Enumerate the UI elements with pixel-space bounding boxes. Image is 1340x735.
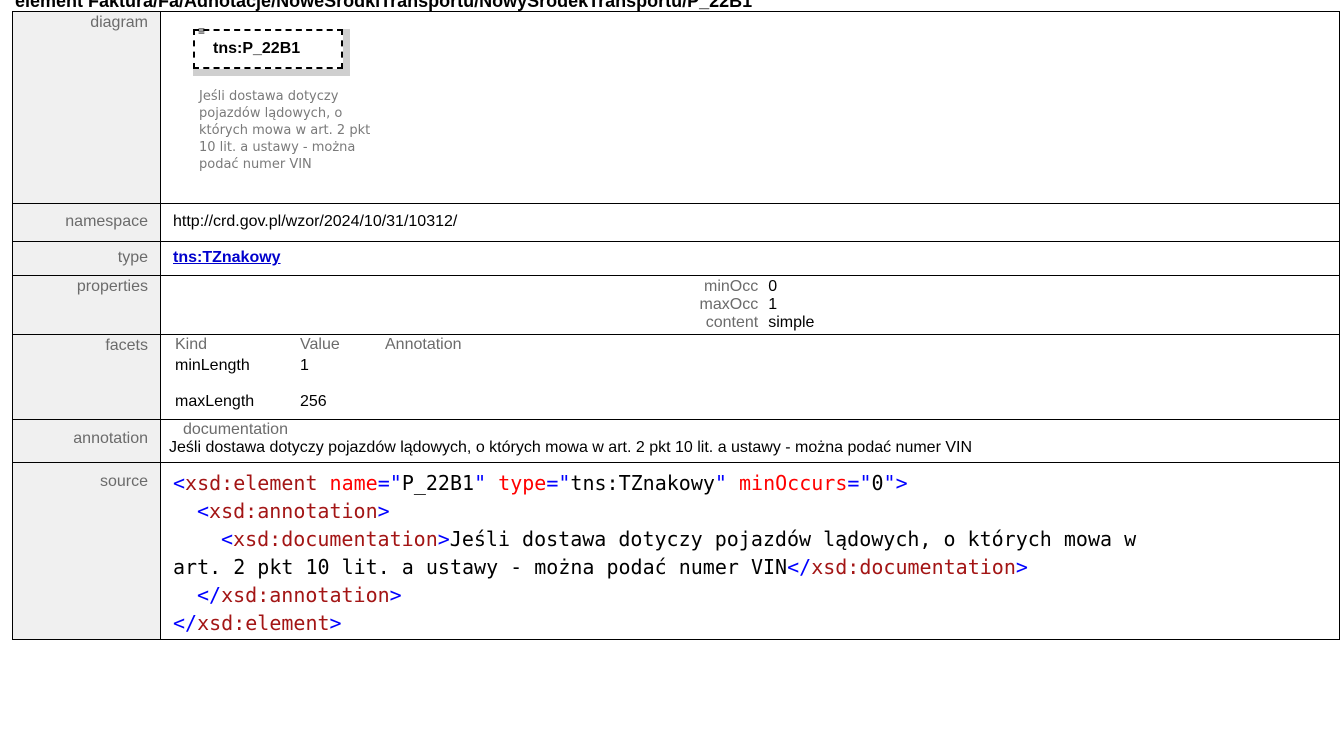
diagram-documentation: Jeśli dostawa dotyczy pojazdów lądowych,… — [199, 89, 371, 172]
row-label: diagram — [12, 11, 161, 204]
row-label: properties — [12, 275, 161, 335]
row-label: type — [12, 241, 161, 276]
element-diagram: ≡ tns:P_22B1 Jeśli dostawa dotyczy pojaz… — [173, 14, 1339, 201]
row-label: namespace — [12, 203, 161, 242]
annotation-value: Jeśli dostawa dotyczy pojazdów lądowych,… — [169, 439, 973, 456]
facets-header: Kind Value Annotation — [175, 336, 462, 353]
element-node-name: tns:P_22B1 — [213, 40, 301, 57]
property-value: 1 — [768, 296, 778, 313]
element-node[interactable]: ≡ tns:P_22B1 — [193, 25, 343, 69]
element-doc-table: diagram ≡ tns:P_22B1 Jeśli dostawa dotyc… — [12, 11, 1340, 640]
row-namespace: namespace http://crd.gov.pl/wzor/2024/10… — [12, 203, 1340, 242]
annotation-key: documentation — [183, 421, 288, 438]
property-value: 0 — [768, 278, 778, 295]
facets-table: Kind Value Annotation minLength 1 maxLen… — [161, 337, 1339, 415]
row-label: source — [12, 462, 161, 640]
row-annotation: annotation documentation Jeśli dostawa d… — [12, 419, 1340, 463]
facet-row: maxLength 256 — [175, 393, 327, 410]
property-value: simple — [768, 314, 815, 331]
row-label: facets — [12, 334, 161, 420]
namespace-value: http://crd.gov.pl/wzor/2024/10/31/10312/ — [160, 203, 1340, 242]
row-type: type tns:TZnakowy — [12, 241, 1340, 276]
property-key: maxOcc — [699, 296, 759, 313]
row-properties: properties minOcc 0 maxOcc 1 content sim… — [12, 275, 1340, 335]
row-facets: facets Kind Value Annotation minLength 1… — [12, 334, 1340, 420]
properties-grid: minOcc 0 maxOcc 1 content simple — [161, 278, 1339, 332]
documentation-icon: ≡ — [198, 24, 206, 38]
type-link[interactable]: tns:TZnakowy — [173, 249, 281, 266]
facet-row: minLength 1 — [175, 357, 309, 374]
source-code: <xsd:element name="P_22B1" type="tns:TZn… — [173, 471, 1137, 635]
row-source: source <xsd:element name="P_22B1" type="… — [12, 462, 1340, 640]
row-diagram: diagram ≡ tns:P_22B1 Jeśli dostawa dotyc… — [12, 11, 1340, 204]
row-label: annotation — [12, 419, 161, 463]
property-key: content — [705, 314, 759, 331]
element-shadow: ≡ tns:P_22B1 — [193, 25, 350, 76]
property-key: minOcc — [703, 278, 759, 295]
